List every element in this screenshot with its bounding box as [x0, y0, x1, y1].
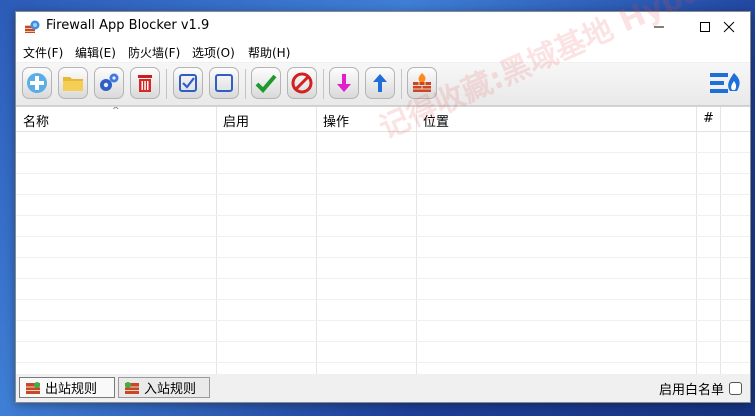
- row-gridline: [16, 257, 750, 258]
- row-gridline: [16, 194, 750, 195]
- sort-ascending-icon: ^: [112, 106, 120, 116]
- firewall-icon: [413, 73, 431, 92]
- folder-icon: [63, 77, 83, 91]
- app-logo-icon: [24, 19, 40, 35]
- gears-icon: [100, 73, 119, 91]
- firewall-button[interactable]: [407, 67, 437, 99]
- rules-table[interactable]: 名称 ^ 启用 操作 位置 #: [16, 106, 750, 375]
- column-divider[interactable]: [316, 107, 317, 375]
- menu-help[interactable]: 帮助(H): [248, 44, 290, 61]
- table-header: 名称 ^ 启用 操作 位置 #: [16, 107, 750, 132]
- add-icon: [27, 73, 47, 93]
- row-gridline: [16, 320, 750, 321]
- check-box-icon: [179, 74, 197, 92]
- delete-button[interactable]: [130, 67, 160, 99]
- column-divider[interactable]: [720, 107, 721, 375]
- window-title: Firewall App Blocker v1.9: [46, 18, 210, 33]
- toolbar: [16, 63, 750, 106]
- move-down-button[interactable]: [329, 67, 359, 99]
- brand-logo: [708, 69, 744, 99]
- row-gridline: [16, 215, 750, 216]
- down-arrow-icon: [337, 74, 351, 92]
- column-divider[interactable]: [696, 107, 697, 375]
- menu-firewall[interactable]: 防火墙(F): [128, 44, 180, 61]
- brand-logo-icon: [710, 73, 740, 93]
- outbound-wall-icon: [26, 381, 40, 394]
- toolbar-separator: [401, 69, 402, 99]
- toolbar-separator: [323, 69, 324, 99]
- row-gridline: [16, 278, 750, 279]
- title-bar[interactable]: Firewall App Blocker v1.9: [16, 12, 750, 42]
- empty-box-icon: [215, 74, 233, 92]
- add-folder-button[interactable]: [58, 67, 88, 99]
- tab-inbound-label: 入站规则: [144, 382, 197, 397]
- select-all-button[interactable]: [173, 67, 203, 99]
- menu-options[interactable]: 选项(O): [192, 44, 235, 61]
- app-window: Firewall App Blocker v1.9 文件(F) 编辑(E) 防火…: [15, 0, 755, 403]
- toolbar-separator: [245, 69, 246, 99]
- tab-inbound-rules[interactable]: 入站规则: [118, 377, 210, 398]
- tab-outbound-label: 出站规则: [45, 382, 98, 397]
- row-gridline: [16, 362, 750, 363]
- tab-outbound-rules[interactable]: 出站规则: [19, 377, 115, 398]
- col-name[interactable]: 名称: [23, 111, 49, 130]
- minimize-icon: [654, 26, 664, 28]
- row-gridline: [16, 299, 750, 300]
- row-gridline: [16, 173, 750, 174]
- close-button[interactable]: [706, 12, 752, 42]
- trash-icon: [138, 75, 152, 92]
- column-divider[interactable]: [216, 107, 217, 375]
- whitelist-label: 启用白名单: [658, 383, 724, 398]
- row-gridline: [16, 152, 750, 153]
- col-enabled[interactable]: 启用: [223, 111, 249, 130]
- block-icon: [291, 72, 313, 94]
- up-arrow-icon: [373, 74, 387, 92]
- col-action[interactable]: 操作: [323, 111, 349, 130]
- row-gridline: [16, 236, 750, 237]
- minimize-button[interactable]: [636, 12, 682, 42]
- menu-bar: 文件(F) 编辑(E) 防火墙(F) 选项(O) 帮助(H): [16, 42, 750, 62]
- move-up-button[interactable]: [365, 67, 395, 99]
- close-icon: [723, 21, 735, 33]
- menu-edit[interactable]: 编辑(E): [75, 44, 116, 61]
- col-location[interactable]: 位置: [423, 111, 449, 130]
- block-button[interactable]: [287, 67, 317, 99]
- whitelist-toggle[interactable]: 启用白名单: [659, 379, 742, 398]
- toolbar-separator: [166, 69, 167, 99]
- menu-file[interactable]: 文件(F): [23, 44, 63, 61]
- status-bar: 出站规则 入站规则 启用白名单: [16, 374, 750, 402]
- row-gridline: [16, 341, 750, 342]
- column-divider[interactable]: [416, 107, 417, 375]
- settings-button[interactable]: [94, 67, 124, 99]
- col-number[interactable]: #: [703, 111, 714, 126]
- add-app-button[interactable]: [22, 67, 52, 99]
- select-none-button[interactable]: [209, 67, 239, 99]
- green-check-icon: [255, 74, 277, 93]
- inbound-wall-icon: [125, 381, 139, 394]
- allow-button[interactable]: [251, 67, 281, 99]
- whitelist-checkbox[interactable]: [729, 382, 742, 395]
